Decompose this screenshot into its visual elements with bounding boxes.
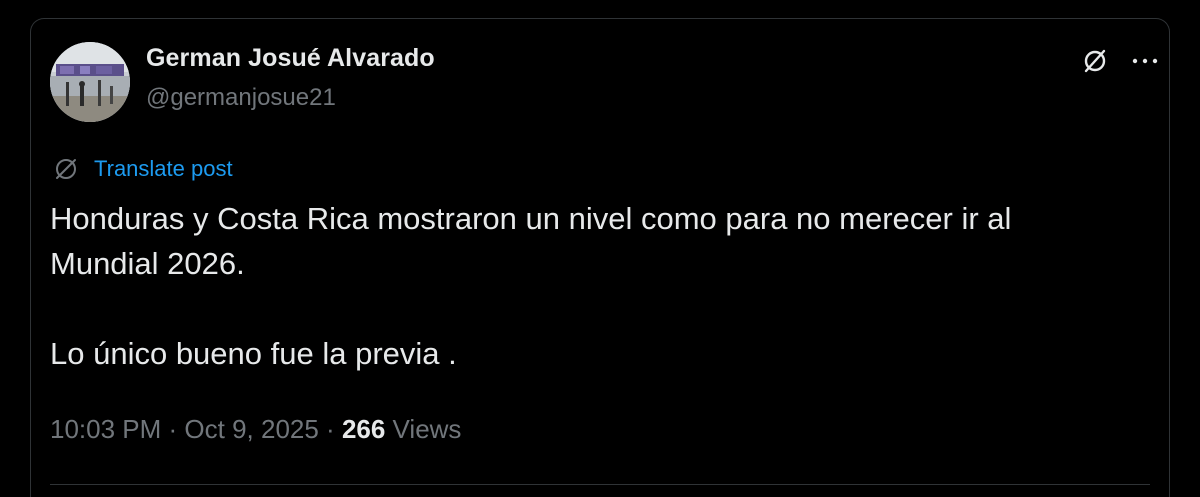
grok-icon xyxy=(1084,49,1106,73)
more-horizontal-icon xyxy=(1132,58,1158,64)
author-handle[interactable]: @germanjosue21 xyxy=(146,84,336,112)
avatar[interactable] xyxy=(50,42,130,122)
translate-label[interactable]: Translate post xyxy=(94,156,233,182)
profile-photo-icon xyxy=(50,42,130,122)
meta-separator: · xyxy=(318,414,342,444)
post-text-line: Mundial 2026. xyxy=(50,246,245,281)
views-count[interactable]: 266 xyxy=(342,414,385,444)
post-text: Honduras y Costa Rica mostraron un nivel… xyxy=(50,196,1150,376)
divider xyxy=(50,484,1150,485)
post-meta: 10:03 PM · Oct 9, 2025 · 266 Views xyxy=(50,414,461,445)
post-date[interactable]: Oct 9, 2025 xyxy=(184,414,318,444)
post-text-line: Honduras y Costa Rica mostraron un nivel… xyxy=(50,201,1012,236)
post-container: German Josué Alvarado @germanjosue21 Tra… xyxy=(0,0,1200,497)
grok-button[interactable] xyxy=(1078,44,1112,78)
post-text-line: Lo único bueno fue la previa . xyxy=(50,336,457,371)
views-label[interactable]: Views xyxy=(385,414,462,444)
translate-post-link[interactable]: Translate post xyxy=(52,154,233,184)
meta-separator: · xyxy=(161,414,185,444)
post-time[interactable]: 10:03 PM xyxy=(50,414,161,444)
translate-globe-icon xyxy=(52,155,80,183)
more-options-button[interactable] xyxy=(1128,44,1162,78)
author-display-name[interactable]: German Josué Alvarado xyxy=(146,44,435,73)
